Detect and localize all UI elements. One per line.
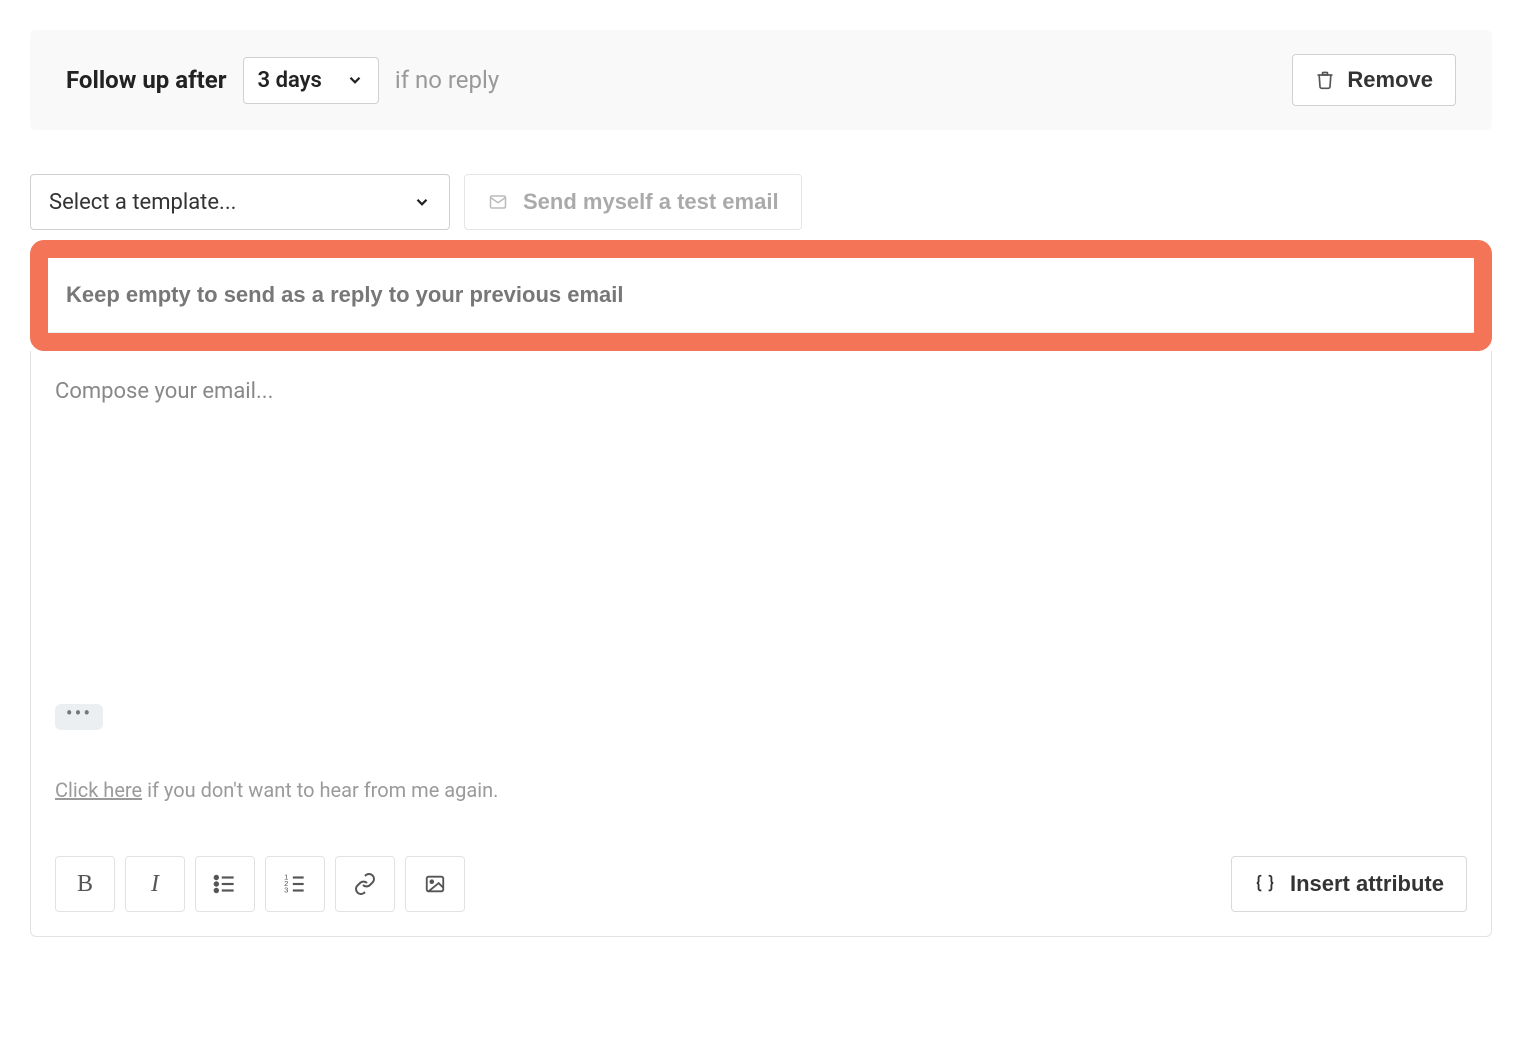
image-icon <box>423 873 447 895</box>
trash-icon <box>1315 69 1335 91</box>
noreply-text: if no reply <box>395 66 499 94</box>
link-button[interactable] <box>335 856 395 912</box>
email-editor: Compose your email... ••• Click here if … <box>30 351 1492 937</box>
template-row: Select a template... Send myself a test … <box>30 174 1492 230</box>
bold-icon: B <box>77 871 93 898</box>
chevron-down-icon <box>413 193 431 211</box>
numbered-list-button[interactable]: 123 <box>265 856 325 912</box>
subject-input[interactable] <box>48 258 1474 333</box>
numbered-list-icon: 123 <box>282 871 308 897</box>
unsubscribe-link[interactable]: Click here <box>55 778 142 802</box>
days-select[interactable]: 3 days <box>243 57 379 104</box>
bullet-list-icon <box>212 871 238 897</box>
followup-label: Follow up after <box>66 66 227 94</box>
bold-button[interactable]: B <box>55 856 115 912</box>
chevron-down-icon <box>346 71 364 89</box>
insert-attribute-label: Insert attribute <box>1290 871 1444 897</box>
subject-highlight <box>30 240 1492 351</box>
remove-button[interactable]: Remove <box>1292 54 1456 106</box>
unsubscribe-line: Click here if you don't want to hear fro… <box>55 778 1467 802</box>
mail-icon <box>487 193 509 211</box>
unsubscribe-rest: if you don't want to hear from me again. <box>142 778 498 802</box>
braces-icon <box>1254 873 1276 895</box>
days-select-value: 3 days <box>258 68 322 93</box>
send-test-email-button[interactable]: Send myself a test email <box>464 174 802 230</box>
italic-button[interactable]: I <box>125 856 185 912</box>
remove-button-label: Remove <box>1347 67 1433 93</box>
insert-attribute-button[interactable]: Insert attribute <box>1231 856 1467 912</box>
link-icon <box>353 872 377 896</box>
bullet-list-button[interactable] <box>195 856 255 912</box>
formatting-buttons: B I 123 <box>55 856 465 912</box>
editor-toolbar: B I 123 Insert a <box>31 842 1491 936</box>
followup-header-left: Follow up after 3 days if no reply <box>66 57 499 104</box>
send-test-email-label: Send myself a test email <box>523 189 779 215</box>
template-select-placeholder: Select a template... <box>49 190 236 215</box>
email-body[interactable]: Compose your email... ••• Click here if … <box>31 351 1491 842</box>
template-select[interactable]: Select a template... <box>30 174 450 230</box>
compose-placeholder: Compose your email... <box>55 379 1467 404</box>
italic-icon: I <box>151 871 159 898</box>
quoted-content-toggle[interactable]: ••• <box>55 704 103 730</box>
followup-header: Follow up after 3 days if no reply Remov… <box>30 30 1492 130</box>
svg-text:3: 3 <box>284 886 288 895</box>
image-button[interactable] <box>405 856 465 912</box>
